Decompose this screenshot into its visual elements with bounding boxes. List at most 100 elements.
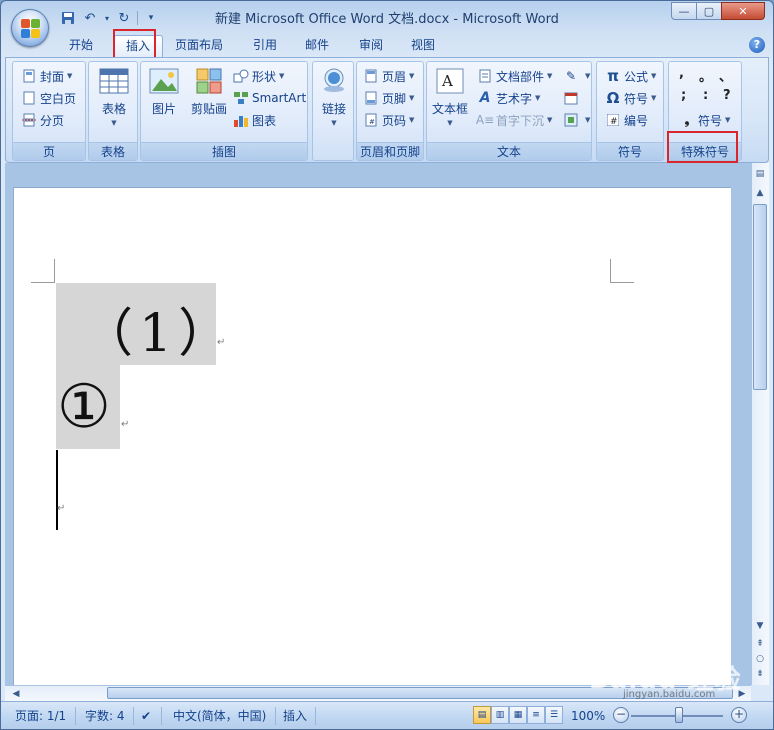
minimize-button[interactable]: — <box>671 2 697 20</box>
links-button[interactable]: 链接 ▼ <box>316 66 352 127</box>
chart-button[interactable]: 图表 <box>233 110 276 130</box>
shapes-button[interactable]: 形状 ▼ <box>233 66 284 86</box>
insert-mode-indicator[interactable]: 插入 <box>283 707 307 725</box>
page-number-icon: # <box>363 112 379 128</box>
zoom-level[interactable]: 100% <box>571 707 605 725</box>
drop-cap-button[interactable]: A≡ 首字下沉 ▼ <box>476 110 553 130</box>
wordart-button[interactable]: A 艺术字 ▼ <box>477 88 541 108</box>
object-button[interactable]: ▼ <box>563 110 590 130</box>
special-symbol-comma[interactable]: , <box>679 66 684 81</box>
tab-mailings[interactable]: 邮件 <box>293 35 341 57</box>
wordart-icon: A <box>479 90 491 106</box>
special-symbol-semicolon[interactable]: ; <box>681 88 686 103</box>
tab-view[interactable]: 视图 <box>399 35 447 57</box>
header-icon <box>363 68 379 84</box>
full-screen-reading-view-icon[interactable]: ▥ <box>491 706 509 724</box>
dropdown-arrow-icon: ▼ <box>409 72 415 80</box>
tab-home[interactable]: 开始 <box>57 35 105 57</box>
tab-page-layout[interactable]: 页面布局 <box>163 35 235 57</box>
dropdown-arrow-icon: ▼ <box>447 119 453 127</box>
footer-button[interactable]: 页脚 ▼ <box>363 88 414 108</box>
group-label-special-symbols: 特殊符号 <box>669 142 741 160</box>
textbox-button[interactable]: A 文本框 ▼ <box>429 66 471 127</box>
symbol-label: 符号 <box>624 91 649 106</box>
links-label: 链接 <box>321 102 346 116</box>
object-icon <box>563 112 579 128</box>
group-special-symbols: , 。 、 ; : ? ❟ 符号 ▼ 特殊符号 <box>668 61 742 161</box>
page-number-button[interactable]: # 页码 ▼ <box>363 110 414 130</box>
zoom-out-icon[interactable]: − <box>613 707 629 723</box>
smartart-button[interactable]: SmartArt <box>233 88 306 108</box>
document-text-circled-one[interactable]: ① <box>57 369 111 445</box>
dropdown-arrow-icon: ▼ <box>331 119 337 127</box>
draft-view-icon[interactable]: ☰ <box>545 706 563 724</box>
clipart-button[interactable]: 剪贴画 <box>187 66 231 117</box>
ruler-toggle-icon[interactable]: ▤ <box>753 167 767 181</box>
previous-page-icon[interactable]: ⇞ <box>753 637 767 651</box>
zoom-in-icon[interactable]: + <box>731 707 747 723</box>
browse-object-icon[interactable]: ○ <box>753 652 767 666</box>
status-bar: 页面: 1/1 字数: 4 ✔ 中文(简体，中国) 插入 ▤ ▥ ▦ ≡ ☰ 1… <box>1 701 773 729</box>
page-count[interactable]: 页面: 1/1 <box>15 707 66 725</box>
tab-insert[interactable]: 插入 <box>113 35 164 57</box>
cover-page-button[interactable]: 封面 ▼ <box>21 66 72 86</box>
group-symbols: π 公式 ▼ Ω 符号 ▼ # 编号 符号 <box>596 61 664 161</box>
print-layout-view-icon[interactable]: ▤ <box>473 706 491 724</box>
language-indicator[interactable]: 中文(简体，中国) <box>173 707 266 725</box>
proofing-icon[interactable]: ✔ <box>141 707 151 725</box>
special-symbol-question[interactable]: ? <box>723 88 731 103</box>
special-symbol-colon[interactable]: : <box>703 88 708 103</box>
date-time-button[interactable] <box>563 88 582 108</box>
dropdown-arrow-icon: ▼ <box>651 94 657 102</box>
signature-line-button[interactable]: ✎ ▼ <box>563 66 590 86</box>
dropdown-arrow-icon: ▼ <box>409 94 415 102</box>
document-text-parenthesized-one[interactable]: （1） <box>81 291 236 366</box>
text-cursor <box>56 450 58 530</box>
smartart-label: SmartArt <box>252 91 307 105</box>
numbering-button[interactable]: # 编号 <box>605 110 648 130</box>
special-symbol-enumeration-comma[interactable]: 、 <box>719 66 732 85</box>
next-page-icon[interactable]: ⇟ <box>753 667 767 681</box>
tab-review[interactable]: 审阅 <box>347 35 395 57</box>
quick-parts-button[interactable]: 文档部件 ▼ <box>477 66 552 86</box>
footer-label: 页脚 <box>382 91 407 106</box>
table-label: 表格 <box>101 102 126 116</box>
maximize-button[interactable]: ▢ <box>696 2 722 20</box>
number-icon: # <box>605 112 621 128</box>
group-label-text: 文本 <box>427 142 591 160</box>
special-symbol-period[interactable]: 。 <box>699 66 712 85</box>
office-button[interactable] <box>11 9 49 47</box>
separator <box>133 707 134 725</box>
paragraph-mark-icon: ↵ <box>217 337 226 348</box>
scroll-left-icon[interactable]: ◀ <box>9 687 23 701</box>
scroll-up-icon[interactable]: ▲ <box>753 186 767 200</box>
drop-cap-label: 首字下沉 <box>496 113 545 128</box>
table-button[interactable]: 表格 ▼ <box>93 66 135 127</box>
page-break-button[interactable]: 分页 <box>21 110 64 130</box>
special-symbol-button[interactable]: ❟ 符号 ▼ <box>679 110 731 130</box>
textbox-label: 文本框 <box>431 102 468 116</box>
dropdown-arrow-icon: ▼ <box>547 72 553 80</box>
group-label-header-footer: 页眉和页脚 <box>357 142 423 160</box>
dropdown-arrow-icon: ▼ <box>409 116 415 124</box>
tab-references[interactable]: 引用 <box>241 35 289 57</box>
zoom-slider-handle[interactable] <box>675 707 683 723</box>
close-button[interactable]: ✕ <box>721 2 765 20</box>
outline-view-icon[interactable]: ≡ <box>527 706 545 724</box>
symbol-button[interactable]: Ω 符号 ▼ <box>605 88 657 108</box>
help-icon[interactable]: ? <box>749 37 765 53</box>
picture-button[interactable]: 图片 <box>145 66 183 117</box>
scroll-down-icon[interactable]: ▼ <box>753 619 767 633</box>
paragraph-mark-icon: ↵ <box>121 419 130 430</box>
pi-icon: π <box>607 67 619 85</box>
vertical-scroll-thumb[interactable] <box>753 204 767 390</box>
clipart-icon <box>193 66 225 96</box>
web-layout-view-icon[interactable]: ▦ <box>509 706 527 724</box>
group-pages: 封面 ▼ 空白页 分页 页 <box>12 61 86 161</box>
header-button[interactable]: 页眉 ▼ <box>363 66 414 86</box>
word-count[interactable]: 字数: 4 <box>85 707 125 725</box>
blank-page-button[interactable]: 空白页 <box>21 88 76 108</box>
separator <box>315 707 316 725</box>
equation-button[interactable]: π 公式 ▼ <box>605 66 656 86</box>
footer-icon <box>363 90 379 106</box>
